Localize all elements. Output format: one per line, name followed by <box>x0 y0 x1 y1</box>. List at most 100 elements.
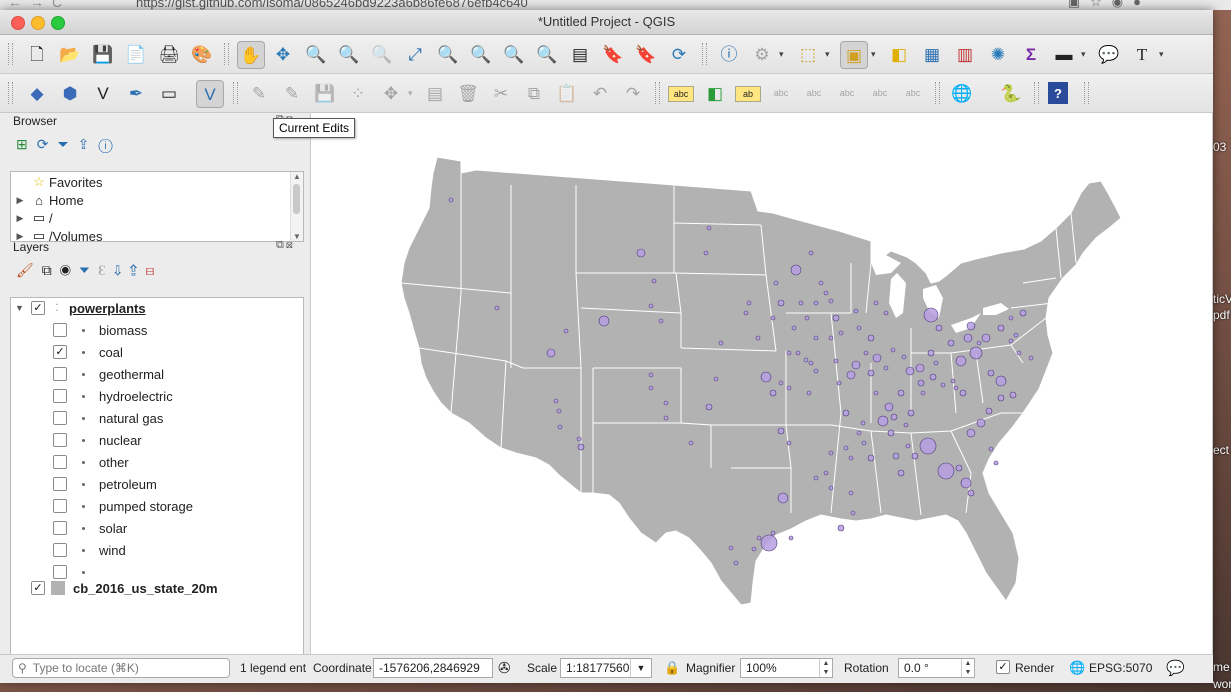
refresh-icon[interactable]: ⟳ <box>37 136 58 152</box>
power-plant-point[interactable] <box>995 375 1007 387</box>
power-plant-point[interactable] <box>997 324 1005 332</box>
collapse-all-icon[interactable]: ⇪ <box>78 136 99 152</box>
power-plant-point[interactable] <box>877 415 889 427</box>
browser-nav-icons[interactable]: ←→C <box>8 0 70 10</box>
power-plant-point[interactable] <box>751 546 757 552</box>
power-plant-point[interactable] <box>947 339 955 347</box>
browser-url[interactable]: https://gist.github.com/isoma/0865246bd9… <box>136 0 528 10</box>
toggle-editing-icon[interactable]: ✎ <box>279 80 305 106</box>
power-plant-point[interactable] <box>823 470 829 476</box>
new-project-icon[interactable]: 🗋 <box>24 41 50 67</box>
power-plant-point[interactable] <box>828 450 834 456</box>
chevron-down-icon[interactable]: ▾ <box>1081 49 1086 60</box>
category-checkbox[interactable] <box>53 433 67 447</box>
power-plant-point[interactable] <box>976 340 982 346</box>
power-plant-point[interactable] <box>777 492 789 504</box>
remove-layer-icon[interactable]: ⊟ <box>145 262 162 278</box>
new-virtual-layer-icon[interactable]: ▭ <box>156 80 182 106</box>
power-plant-point[interactable] <box>853 308 859 314</box>
zoom-to-selection-icon[interactable]: 🔍 <box>435 41 461 67</box>
browser-item-favorites[interactable]: ☆ Favorites <box>11 173 102 191</box>
power-plant-point[interactable] <box>969 346 983 360</box>
category-checkbox[interactable] <box>53 411 67 425</box>
power-plant-point[interactable] <box>843 445 849 451</box>
map-tips-icon[interactable]: 💬 <box>1096 41 1122 67</box>
category-row[interactable]: wind <box>53 540 126 560</box>
power-plant-point[interactable] <box>927 349 935 357</box>
power-plant-point[interactable] <box>917 379 925 387</box>
rotate-label-icon[interactable]: abc <box>867 80 893 106</box>
power-plant-point[interactable] <box>966 428 976 438</box>
power-plant-point[interactable] <box>791 325 797 331</box>
category-checkbox[interactable] <box>53 521 67 535</box>
category-row[interactable]: petroleum <box>53 474 157 494</box>
manage-visibility-icon[interactable]: ◉ <box>60 262 79 278</box>
select-features-icon[interactable]: ⬚ <box>795 41 821 67</box>
power-plant-point[interactable] <box>993 460 999 466</box>
add-selected-icon[interactable]: ⊞ <box>16 136 37 152</box>
power-plant-point[interactable] <box>890 413 898 421</box>
power-plant-point[interactable] <box>648 385 654 391</box>
category-checkbox[interactable] <box>53 367 67 381</box>
power-plant-point[interactable] <box>953 385 959 391</box>
filter-legend-icon[interactable]: ⏷ <box>79 262 98 278</box>
power-plant-point[interactable] <box>897 389 905 397</box>
toolbar-grip[interactable] <box>655 82 660 104</box>
add-group-icon[interactable]: ⧉ <box>42 262 60 278</box>
power-plant-point[interactable] <box>933 360 939 366</box>
power-plant-point[interactable] <box>818 280 824 286</box>
power-plant-point[interactable] <box>813 475 819 481</box>
toolbox-icon[interactable]: ✺ <box>985 41 1011 67</box>
render-checkbox[interactable]: ✓ <box>996 660 1010 674</box>
highlight-labels-icon[interactable]: abc <box>768 80 794 106</box>
toolbar-grip[interactable] <box>1084 82 1089 104</box>
power-plant-point[interactable] <box>813 368 819 374</box>
undo-icon[interactable]: ↶ <box>587 80 613 106</box>
power-plant-point[interactable] <box>884 402 894 412</box>
power-plant-point[interactable] <box>911 452 919 460</box>
browser-item-home[interactable]: ▶ ⌂ Home <box>11 191 84 209</box>
field-calculator-icon[interactable]: Σ <box>1018 41 1044 67</box>
power-plant-point[interactable] <box>848 490 854 496</box>
power-plant-point[interactable] <box>929 373 937 381</box>
power-plant-point[interactable] <box>813 335 819 341</box>
power-plant-point[interactable] <box>658 318 664 324</box>
chevron-down-icon[interactable]: ▾ <box>1159 49 1164 60</box>
power-plant-point[interactable] <box>940 382 946 388</box>
power-plant-point[interactable] <box>760 534 778 552</box>
toolbar-grip[interactable] <box>935 82 940 104</box>
toolbar-grip[interactable] <box>224 43 229 65</box>
pan-to-selection-icon[interactable]: ✥ <box>270 41 296 67</box>
scroll-up-icon[interactable]: ▲ <box>291 172 303 181</box>
attribute-table-icon[interactable]: ▦ <box>919 41 945 67</box>
new-bookmark-icon[interactable]: 🔖 <box>600 41 626 67</box>
power-plant-point[interactable] <box>890 347 896 353</box>
category-checkbox[interactable] <box>53 477 67 491</box>
power-plant-point[interactable] <box>846 370 856 380</box>
power-plant-point[interactable] <box>987 369 995 377</box>
toolbar-grip[interactable] <box>8 43 13 65</box>
power-plant-point[interactable] <box>850 510 856 516</box>
power-plant-point[interactable] <box>1013 332 1019 338</box>
magnifier-field[interactable]: 100% ▲ ▼ <box>740 658 833 678</box>
power-plant-point[interactable] <box>648 372 654 378</box>
power-plant-point[interactable] <box>808 250 814 256</box>
zoom-last-icon[interactable]: 🔍 <box>501 41 527 67</box>
power-plant-point[interactable] <box>967 489 975 497</box>
zoom-in-icon[interactable]: 🔍 <box>303 41 329 67</box>
power-plant-point[interactable] <box>988 446 994 452</box>
power-plant-point[interactable] <box>705 403 713 411</box>
power-plant-point[interactable] <box>448 197 454 203</box>
power-plant-point[interactable] <box>688 440 694 446</box>
delete-selected-icon[interactable]: 🗑 <box>455 80 481 106</box>
copy-features-icon[interactable]: ⧉ <box>521 80 547 106</box>
panel-float-buttons[interactable]: ⧉⊠ <box>276 239 295 252</box>
layer-name[interactable]: cb_2016_us_state_20m <box>73 581 218 596</box>
power-plant-point[interactable] <box>828 335 834 341</box>
open-project-icon[interactable]: 📂 <box>57 41 83 67</box>
power-plant-point[interactable] <box>651 278 657 284</box>
power-plant-point[interactable] <box>960 477 972 489</box>
power-plant-point[interactable] <box>867 369 875 377</box>
power-plant-point[interactable] <box>494 305 500 311</box>
expand-arrow-icon[interactable]: ▶ <box>11 213 29 224</box>
